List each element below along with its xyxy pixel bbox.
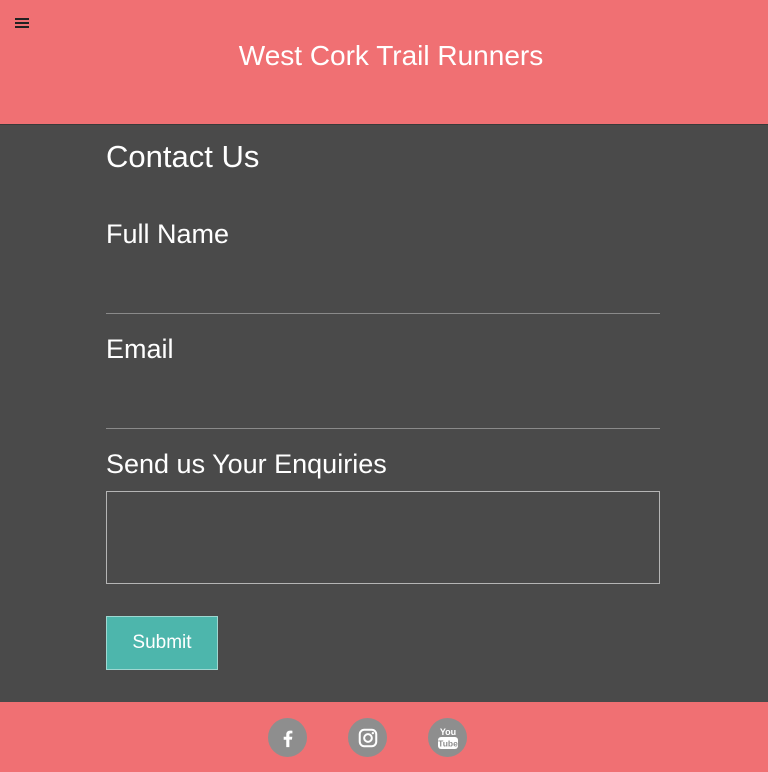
enquiries-textarea[interactable] xyxy=(106,491,660,584)
page-title: Contact Us xyxy=(106,139,260,174)
site-footer: You Tube xyxy=(0,702,768,772)
facebook-link[interactable] xyxy=(268,718,307,757)
full-name-input[interactable] xyxy=(106,277,660,314)
youtube-icon: You Tube xyxy=(437,727,458,749)
site-header: West Cork Trail Runners xyxy=(0,0,768,125)
hamburger-menu-icon[interactable] xyxy=(15,18,31,32)
svg-text:You: You xyxy=(439,727,455,737)
instagram-link[interactable] xyxy=(348,718,387,757)
contact-section: Contact Us Full Name Email Send us Your … xyxy=(0,125,768,702)
full-name-label: Full Name xyxy=(106,219,230,249)
email-input[interactable] xyxy=(106,392,660,429)
enquiries-label: Send us Your Enquiries xyxy=(106,449,387,479)
youtube-link[interactable]: You Tube xyxy=(428,718,467,757)
facebook-icon xyxy=(283,730,292,747)
instagram-icon xyxy=(358,728,377,747)
svg-text:Tube: Tube xyxy=(438,738,458,748)
site-title: West Cork Trail Runners xyxy=(238,40,544,71)
submit-button[interactable]: Submit xyxy=(106,616,218,670)
email-label: Email xyxy=(106,334,174,364)
